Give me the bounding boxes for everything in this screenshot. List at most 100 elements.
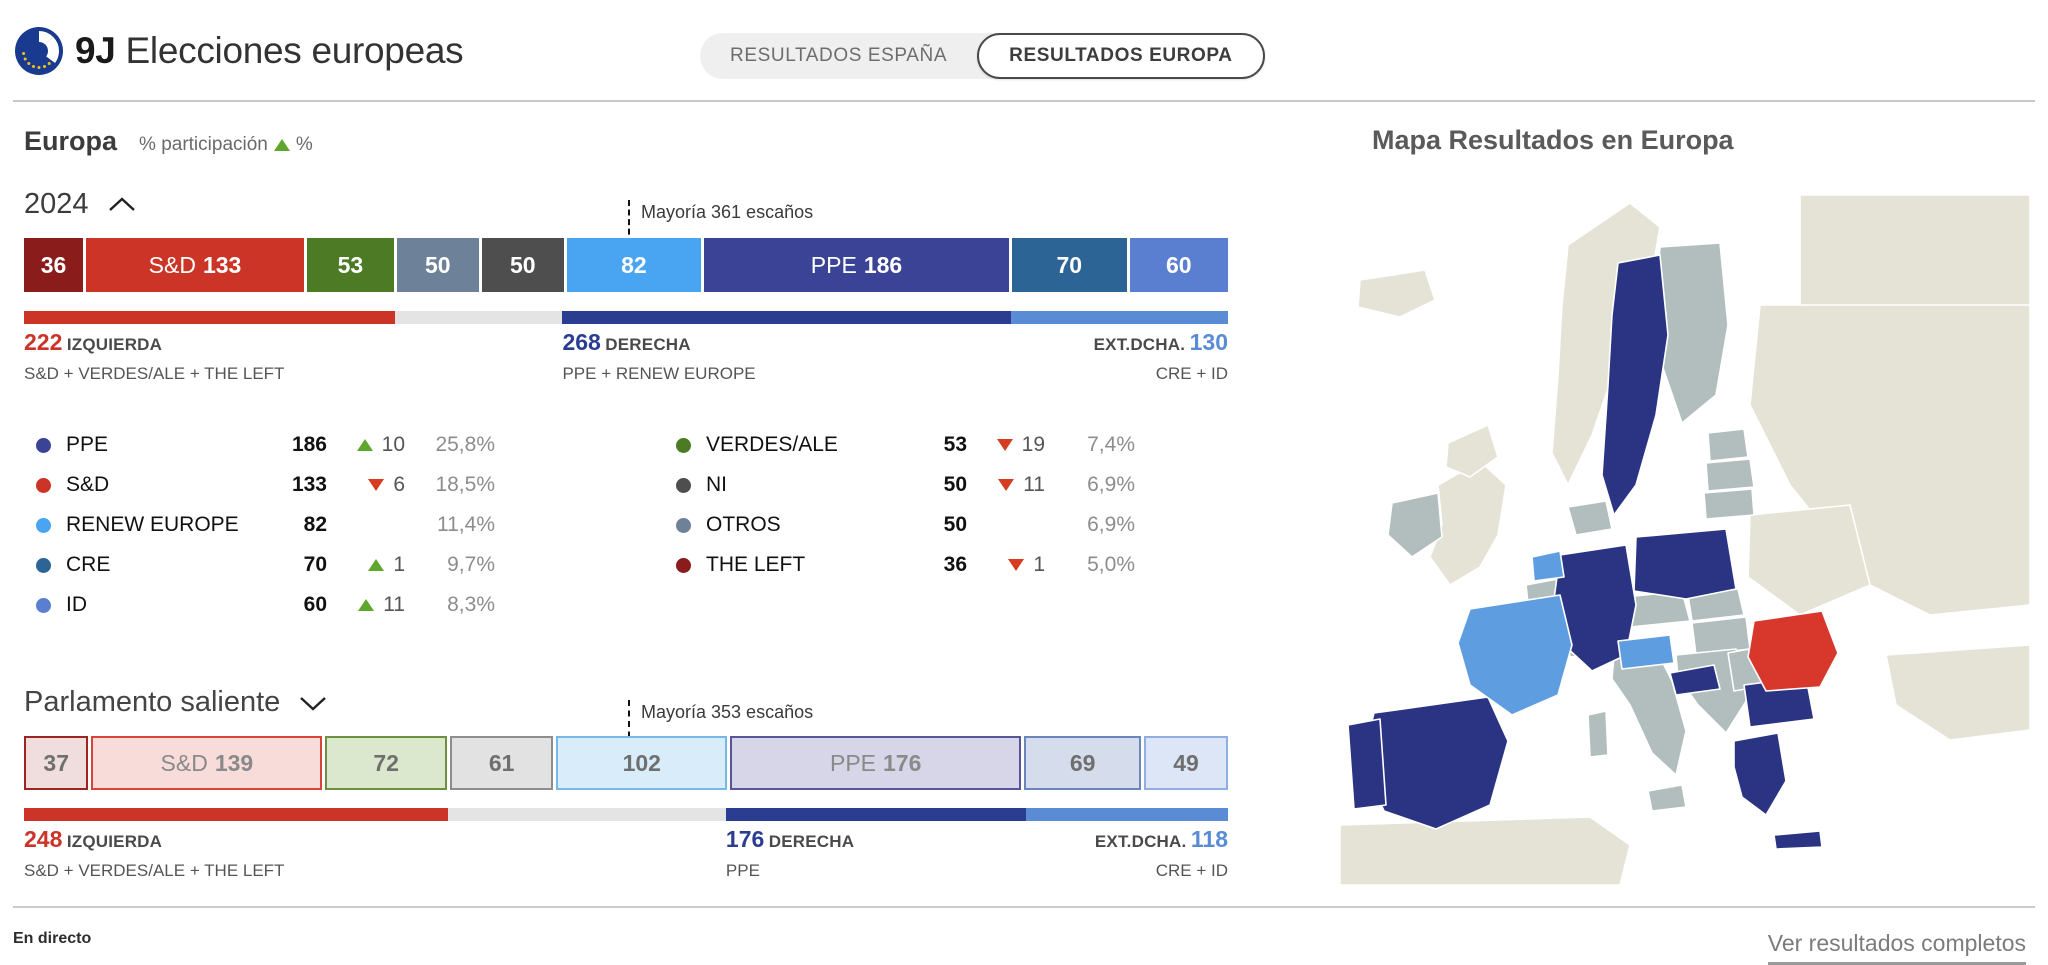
bloc-caption: DERECHA — [605, 335, 691, 354]
seat-bar-2024: 36 S&D 133 53 50 50 82 PPE 186 70 60 — [24, 238, 1228, 292]
seat-segment-ni[interactable]: 50 — [481, 238, 564, 292]
legend-delta: 6 — [327, 473, 405, 497]
bloc-fill-derecha — [725, 808, 1027, 821]
chevron-up-icon[interactable] — [107, 196, 137, 214]
bloc-caption: IZQUIERDA — [66, 335, 163, 354]
legend-row[interactable]: NI 50 11 6,9% — [676, 470, 1135, 500]
party-color-dot-icon — [36, 597, 51, 613]
bloc-seat-count: 118 — [1190, 826, 1228, 852]
legend-seat-count: 36 — [943, 553, 967, 576]
legend-party-name: VERDES/ALE — [706, 433, 838, 456]
footer-divider — [13, 906, 2035, 908]
legend-delta-value: 1 — [393, 553, 405, 576]
legend-row[interactable]: THE LEFT 36 1 5,0% — [676, 550, 1135, 580]
bloc-caption: IZQUIERDA — [66, 832, 163, 851]
seat-segment-renew[interactable]: 82 — [566, 238, 702, 292]
legend-row[interactable]: OTROS 50 6,9% — [676, 510, 1135, 540]
legend-party-name: RENEW EUROPE — [66, 513, 239, 536]
europe-results-map[interactable] — [1330, 185, 2031, 886]
seat-segment-otros[interactable]: 50 — [396, 238, 479, 292]
bloc-headline: 248 IZQUIERDA — [24, 826, 284, 853]
legend-seat-count: 60 — [303, 593, 327, 616]
legend-row[interactable]: ID 60 11 8,3% — [36, 590, 495, 620]
bloc-seat-count: 176 — [725, 826, 765, 852]
seat-segment-label: S&D — [148, 251, 196, 278]
see-full-results-link[interactable]: Ver resultados completos — [1767, 930, 2026, 965]
legend-seat-count: 50 — [943, 513, 967, 536]
bloc-seat-count: 248 — [24, 826, 63, 852]
legend-row[interactable]: RENEW EUROPE 82 11,4% — [36, 510, 495, 540]
legend-party-name: S&D — [66, 473, 110, 496]
legend-seat-count: 133 — [291, 473, 327, 496]
europa-heading-row: Europa % participación % — [24, 126, 313, 157]
legend-delta-value: 10 — [381, 433, 405, 456]
legend-percentage: 8,3% — [447, 593, 495, 616]
seat-segment-left[interactable]: 36 — [24, 238, 83, 292]
party-legend-right: VERDES/ALE 53 19 7,4% NI 50 11 6,9% OTROS 50 6,9% T… — [676, 430, 1135, 590]
map-estonia — [1707, 428, 1749, 462]
seat-segment-left[interactable]: 37 — [24, 736, 89, 790]
party-color-dot-icon — [36, 557, 51, 573]
bloc-caption: DERECHA — [768, 832, 855, 851]
seat-segment-ppe[interactable]: PPE 176 — [730, 736, 1022, 790]
legend-seat-count: 50 — [943, 473, 967, 496]
tab-resultados-europa[interactable]: RESULTADOS EUROPA — [977, 33, 1265, 79]
seat-segment-id[interactable]: 60 — [1129, 238, 1228, 292]
legend-row[interactable]: PPE 186 10 25,8% — [36, 430, 495, 460]
triangle-down-icon — [998, 479, 1015, 491]
chart-2024-header[interactable]: 2024 — [24, 188, 137, 221]
seat-segment-verdes[interactable]: 53 — [306, 238, 394, 292]
seat-segment-renew[interactable]: 102 — [556, 736, 728, 790]
chart-outgoing-header[interactable]: Parlamento saliente — [24, 686, 328, 719]
europa-title: Europa — [24, 126, 118, 156]
seat-segment-value: 69 — [1069, 749, 1096, 776]
seat-segment-cre[interactable]: 70 — [1011, 238, 1127, 292]
legend-delta: 11 — [967, 473, 1045, 497]
legend-percentage: 9,7% — [447, 553, 495, 576]
legend-delta: 1 — [327, 553, 405, 577]
chevron-down-icon[interactable] — [298, 694, 328, 712]
legend-seat-count: 186 — [291, 433, 327, 456]
bloc-fill-extdcha — [1010, 311, 1228, 324]
bloc-subtitle: S&D + VERDES/ALE + THE LEFT — [24, 364, 285, 383]
seat-segment-sd[interactable]: S&D 139 — [91, 736, 323, 790]
legend-delta-value: 6 — [393, 473, 405, 496]
seat-segment-value: 70 — [1056, 251, 1083, 278]
bloc-caption: EXT.DCHA. — [1093, 335, 1186, 354]
brand-title-rest: Elecciones europeas — [125, 29, 464, 71]
seat-segment-ppe[interactable]: PPE 186 — [704, 238, 1009, 292]
tab-resultados-espana[interactable]: RESULTADOS ESPAÑA — [700, 33, 977, 79]
seat-segment-ni[interactable]: 61 — [449, 736, 554, 790]
seat-segment-label: PPE — [829, 749, 877, 776]
bloc-info-extdcha: EXT.DCHA. 130 CRE + ID — [1094, 329, 1228, 384]
map-latvia — [1705, 458, 1755, 492]
bloc-seat-count: 130 — [1189, 329, 1228, 355]
legend-delta: 1 — [967, 553, 1045, 577]
bloc-headline: 222 IZQUIERDA — [24, 329, 284, 356]
seat-segment-cre[interactable]: 69 — [1024, 736, 1142, 790]
map-portugal — [1347, 718, 1387, 810]
seat-bar-outgoing: 37 S&D 139 72 61 102 PPE 176 69 49 — [24, 736, 1229, 790]
triangle-up-icon — [273, 139, 290, 151]
map-romania — [1747, 610, 1839, 692]
legend-row[interactable]: CRE 70 1 9,7% — [36, 550, 495, 580]
seat-segment-verdes[interactable]: 72 — [325, 736, 447, 790]
bloc-info-derecha: 176 DERECHA PPE — [726, 826, 854, 881]
seat-segment-id[interactable]: 49 — [1144, 736, 1229, 790]
party-color-dot-icon — [676, 437, 691, 453]
results-scope-toggle[interactable]: RESULTADOS ESPAÑA RESULTADOS EUROPA — [700, 33, 1265, 79]
seat-segment-value: 49 — [1173, 749, 1199, 776]
seat-segment-sd[interactable]: S&D 133 — [86, 238, 304, 292]
party-color-dot-icon — [676, 557, 691, 573]
legend-percentage: 25,8% — [435, 433, 495, 456]
triangle-up-icon — [358, 599, 375, 611]
bloc-headline: 176 DERECHA — [726, 826, 854, 853]
legend-row[interactable]: S&D 133 6 18,5% — [36, 470, 495, 500]
legend-percentage: 6,9% — [1087, 513, 1135, 536]
participacion-label: % participación — [139, 134, 268, 155]
bloc-fill-derecha — [562, 311, 1011, 324]
legend-delta: 19 — [967, 433, 1045, 457]
seat-segment-value: 36 — [40, 251, 67, 278]
legend-row[interactable]: VERDES/ALE 53 19 7,4% — [676, 430, 1135, 460]
seat-segment-value: 82 — [621, 251, 647, 278]
